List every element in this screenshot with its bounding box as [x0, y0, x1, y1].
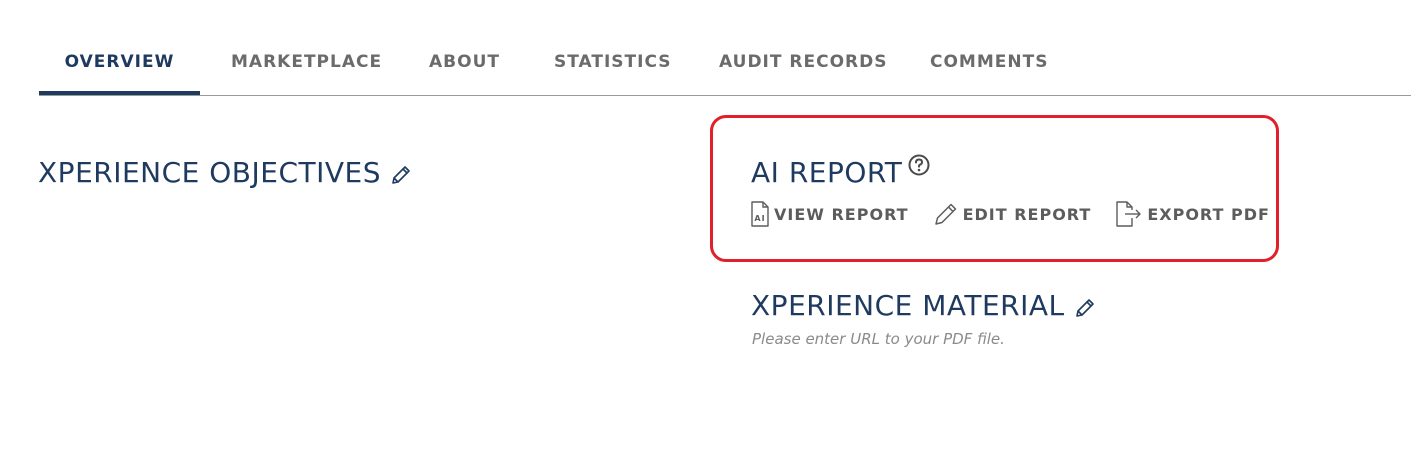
ai-report-heading: AI REPORT — [751, 154, 930, 189]
material-heading: XPERIENCE MATERIAL — [751, 289, 1097, 322]
tab-statistics[interactable]: STATISTICS — [554, 40, 671, 95]
tab-overview[interactable]: OVERVIEW — [39, 40, 200, 95]
ai-report-title: AI REPORT — [751, 156, 903, 189]
edit-report-button[interactable]: EDIT REPORT — [933, 201, 1092, 227]
tab-comments[interactable]: COMMENTS — [930, 40, 1048, 95]
pencil-icon[interactable] — [389, 161, 413, 185]
file-export-icon — [1116, 201, 1142, 227]
ai-report-actions: AI VIEW REPORT EDIT REPORT EXPORT PDF — [750, 201, 1294, 227]
tab-audit-records[interactable]: AUDIT RECORDS — [719, 40, 887, 95]
objectives-heading: XPERIENCE OBJECTIVES — [38, 156, 413, 189]
svg-text:AI: AI — [754, 214, 765, 223]
tab-bar: OVERVIEW MARKETPLACE ABOUT STATISTICS AU… — [39, 40, 1411, 96]
question-circle-icon[interactable] — [908, 150, 930, 175]
tab-marketplace[interactable]: MARKETPLACE — [231, 40, 382, 95]
material-url-hint: Please enter URL to your PDF file. — [752, 330, 1005, 348]
export-pdf-label: EXPORT PDF — [1147, 204, 1270, 224]
ai-document-icon: AI — [751, 201, 769, 227]
view-report-button[interactable]: AI VIEW REPORT — [750, 201, 909, 227]
edit-report-label: EDIT REPORT — [962, 204, 1092, 224]
view-report-label: VIEW REPORT — [774, 204, 909, 224]
export-pdf-button[interactable]: EXPORT PDF — [1115, 201, 1270, 227]
objectives-title: XPERIENCE OBJECTIVES — [38, 156, 381, 189]
pencil-icon — [934, 203, 956, 225]
tab-about[interactable]: ABOUT — [429, 40, 500, 95]
material-title: XPERIENCE MATERIAL — [751, 289, 1065, 322]
pencil-icon[interactable] — [1073, 294, 1097, 318]
